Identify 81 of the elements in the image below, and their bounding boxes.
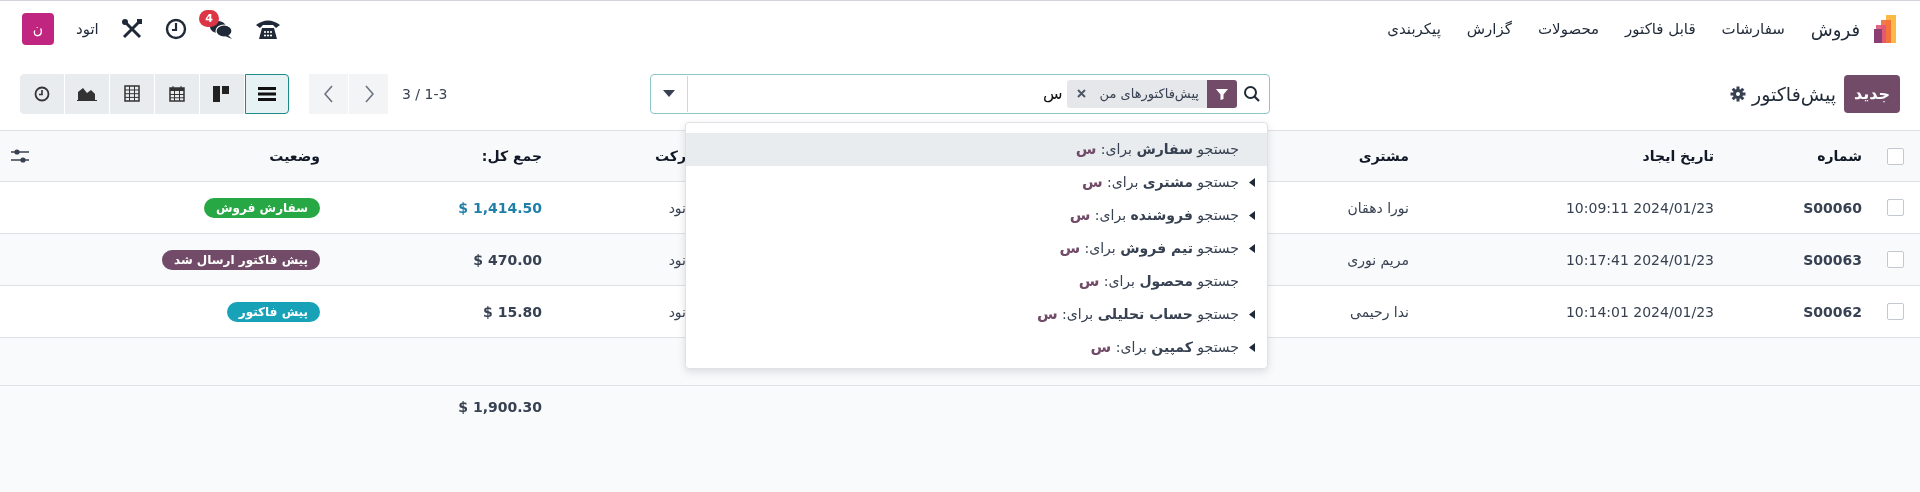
filter-facet[interactable]: پیش‌فاکتورهای من xyxy=(1066,79,1237,108)
activity-view-button[interactable] xyxy=(20,73,64,114)
menu-item[interactable]: محصولات xyxy=(1537,20,1600,38)
order-number: S00060 xyxy=(1803,199,1862,216)
grid-icon xyxy=(124,85,140,102)
calendar-icon xyxy=(169,85,185,102)
company-name[interactable]: اتود xyxy=(76,20,99,38)
page-title: پیش‌فاکتور xyxy=(1752,82,1836,105)
search-suggestion[interactable]: جستجو تیم فروش برای: س xyxy=(686,231,1267,265)
user-avatar[interactable]: ن xyxy=(22,13,54,45)
expand-icon[interactable] xyxy=(1249,210,1255,220)
created-date: 2024/01/23 10:09:11 xyxy=(1565,199,1714,216)
search-input[interactable]: س xyxy=(688,78,1067,109)
column-header[interactable]: وضعیت xyxy=(269,148,320,164)
caret-icon[interactable] xyxy=(663,89,675,98)
column-header[interactable]: مشتری xyxy=(1358,148,1409,164)
sliders-icon[interactable] xyxy=(11,148,29,164)
total-amount: $ 1,414.50 xyxy=(458,199,542,216)
menu-item[interactable]: سفارشات xyxy=(1721,20,1785,38)
grand-total: $ 1,900.30 xyxy=(458,399,542,415)
pivot-view-button[interactable] xyxy=(110,73,154,114)
menu-item[interactable]: قابل فاکتور xyxy=(1625,20,1696,38)
kanban-icon xyxy=(213,85,231,102)
select-all-checkbox[interactable] xyxy=(1886,147,1904,165)
company-name: نود xyxy=(668,303,686,320)
search-suggestion[interactable]: جستجو محصول برای: س xyxy=(686,264,1267,298)
phone-icon[interactable] xyxy=(254,18,281,40)
row-checkbox[interactable] xyxy=(1886,303,1904,320)
column-header[interactable]: جمع کل: xyxy=(481,148,542,164)
customer-name: مریم نوری xyxy=(1347,251,1409,268)
area-chart-icon xyxy=(77,86,97,101)
total-amount: $ 470.00 xyxy=(473,251,542,268)
search-field[interactable]: پیش‌فاکتورهای من س xyxy=(650,73,1270,114)
column-header[interactable]: رکت xyxy=(654,148,686,164)
app-logo-icon[interactable] xyxy=(1872,15,1898,43)
company-name: نود xyxy=(668,199,686,216)
new-button[interactable]: جدید xyxy=(1843,74,1900,113)
calendar-view-button[interactable] xyxy=(155,73,199,114)
chevron-right-icon xyxy=(363,84,374,103)
kanban-view-button[interactable] xyxy=(200,73,244,114)
search-suggestion[interactable]: جستجو کمپین برای: س xyxy=(686,330,1267,364)
facet-label: پیش‌فاکتورهای من xyxy=(1098,86,1200,101)
customer-name: ندا رحیمی xyxy=(1350,303,1409,320)
search-suggestion[interactable]: جستجو فروشنده برای: س xyxy=(686,198,1267,232)
expand-icon[interactable] xyxy=(1249,309,1255,319)
total-amount: $ 15.80 xyxy=(483,303,542,320)
chevron-left-icon xyxy=(323,84,334,103)
expand-icon[interactable] xyxy=(1249,342,1255,352)
search-icon[interactable] xyxy=(1243,84,1261,103)
menu-item[interactable]: پیکربندی xyxy=(1387,20,1441,38)
column-header[interactable]: تاریخ ایجاد xyxy=(1642,148,1714,164)
company-name: نود xyxy=(668,251,686,268)
clock-icon[interactable] xyxy=(164,18,187,40)
tools-icon[interactable] xyxy=(120,18,143,40)
filter-icon xyxy=(1215,86,1229,101)
status-badge: پیش فاکتور ارسال شد xyxy=(161,249,320,270)
order-number: S00063 xyxy=(1803,251,1862,268)
search-suggestion[interactable]: جستجو مشتری برای: س xyxy=(686,165,1267,199)
pager-value: 1-3 / 3 xyxy=(402,85,448,102)
expand-icon[interactable] xyxy=(1249,177,1255,187)
close-icon[interactable] xyxy=(1076,89,1086,98)
clock-icon xyxy=(34,85,50,102)
graph-view-button[interactable] xyxy=(65,73,109,114)
order-number: S00062 xyxy=(1803,303,1862,320)
customer-name: نورا دهقان xyxy=(1347,199,1409,216)
search-suggestion[interactable]: جستجو سفارش برای: س xyxy=(686,132,1267,166)
search-suggestion[interactable]: جستجو حساب تحلیلی برای: س xyxy=(686,297,1267,331)
list-icon xyxy=(258,85,276,102)
menu-item[interactable]: گزارش xyxy=(1466,20,1512,38)
row-checkbox[interactable] xyxy=(1886,251,1904,268)
list-view-button[interactable] xyxy=(245,73,289,114)
status-badge: سفارش فروش xyxy=(204,197,320,218)
status-badge: پیش فاکتور xyxy=(226,301,320,322)
gear-icon[interactable] xyxy=(1730,85,1747,102)
message-count-badge: 4 xyxy=(199,10,219,27)
app-name[interactable]: فروش xyxy=(1810,18,1860,40)
created-date: 2024/01/23 10:14:01 xyxy=(1565,303,1714,320)
expand-icon[interactable] xyxy=(1249,243,1255,253)
created-date: 2024/01/23 10:17:41 xyxy=(1565,251,1714,268)
row-checkbox[interactable] xyxy=(1886,199,1904,216)
column-header[interactable]: شماره xyxy=(1817,148,1862,164)
